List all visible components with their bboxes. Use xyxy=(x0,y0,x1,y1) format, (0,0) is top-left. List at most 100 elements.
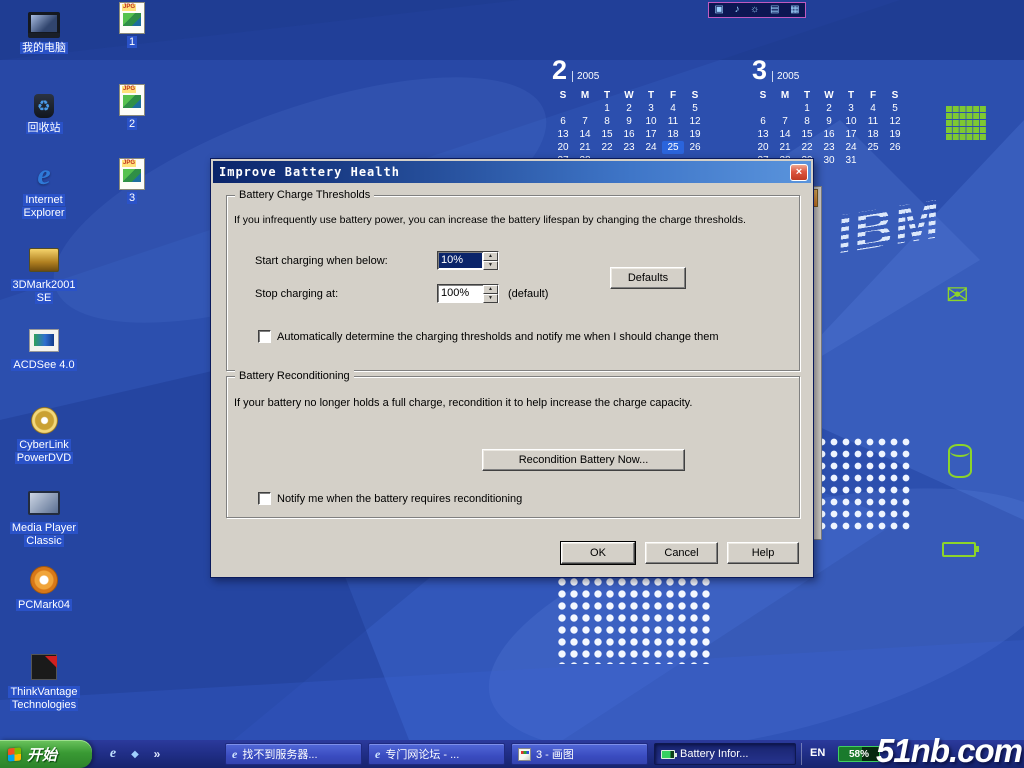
ie-icon xyxy=(232,747,237,762)
recondition-battery-now-button[interactable]: Recondition Battery Now... xyxy=(482,449,685,471)
calendar-day: 25 xyxy=(862,141,884,154)
group-title: Battery Charge Thresholds xyxy=(235,189,374,201)
dialog-titlebar[interactable]: Improve Battery Health × xyxy=(213,161,811,183)
calendar-day: 15 xyxy=(596,128,618,141)
calendar-day: 17 xyxy=(640,128,662,141)
wallpaper-dots-pattern xyxy=(816,436,912,534)
calendar-day-header: T xyxy=(840,89,862,102)
start-threshold-value[interactable]: 10% xyxy=(439,253,482,268)
calendar-day: 25 xyxy=(662,141,684,154)
calendar-day: 3 xyxy=(640,102,662,115)
calendar-day: 17 xyxy=(840,128,862,141)
desktop-icon-label: 回收站 xyxy=(26,122,63,134)
desktop-icon-internet-explorer[interactable]: Internet Explorer xyxy=(8,158,80,220)
desktop-icon-3dmark2001[interactable]: 3DMark2001 SE xyxy=(8,243,80,305)
stop-charging-label: Stop charging at: xyxy=(255,288,338,300)
osd-toolbar: ▣ ♪ ☼ ▤ ▦ xyxy=(708,2,806,18)
desktop-icon-powerdvd[interactable]: CyberLink PowerDVD xyxy=(8,403,80,465)
auto-threshold-checkbox[interactable] xyxy=(258,330,271,343)
taskbar-divider xyxy=(801,743,802,765)
media-quicklaunch-icon[interactable] xyxy=(126,745,144,763)
media-player-classic-icon xyxy=(26,486,62,520)
desktop-icon-label: PCMark04 xyxy=(16,599,72,611)
desktop-icon-thinkvantage[interactable]: ThinkVantage Technologies xyxy=(8,650,80,712)
calendar-day-header: W xyxy=(818,89,840,102)
calendar-day: 4 xyxy=(862,102,884,115)
calendar-year: 2005 xyxy=(572,71,599,82)
spin-down-button[interactable]: ▼ xyxy=(483,261,498,270)
ok-button[interactable]: OK xyxy=(561,542,635,564)
keyboard-icon[interactable]: ▦ xyxy=(790,5,799,15)
calendar-day: 11 xyxy=(662,115,684,128)
taskbar-item-label: Battery Infor... xyxy=(680,748,748,760)
battery-outline-icon xyxy=(942,542,976,557)
help-button[interactable]: Help xyxy=(727,542,799,564)
desktop-icon-jpg-1[interactable]: JPG 1 xyxy=(96,2,168,49)
defaults-button[interactable]: Defaults xyxy=(610,267,686,289)
ie-quicklaunch-icon[interactable] xyxy=(104,745,122,763)
start-label: 开始 xyxy=(27,744,57,765)
calendar-day: 3 xyxy=(840,102,862,115)
volume-icon[interactable]: ♪ xyxy=(734,5,739,15)
cancel-button[interactable]: Cancel xyxy=(645,542,718,564)
calendar-day: 24 xyxy=(840,141,862,154)
calendar-day: 20 xyxy=(552,141,574,154)
windows-logo-icon xyxy=(8,747,21,761)
taskbar-item-forum[interactable]: 专门网论坛 - ... xyxy=(368,743,505,765)
calendar-day: 2 xyxy=(618,102,640,115)
spin-down-button[interactable]: ▼ xyxy=(483,294,498,303)
taskbar-item-battery-information[interactable]: Battery Infor... xyxy=(654,743,796,765)
display-icon[interactable]: ▤ xyxy=(770,5,779,15)
notify-recondition-checkbox[interactable] xyxy=(258,492,271,505)
calendar-day: 1 xyxy=(796,102,818,115)
desktop-icon-recycle-bin[interactable]: 回收站 xyxy=(8,86,80,135)
calendar-day: 14 xyxy=(574,128,596,141)
calendar-february-2005: 2 2005 SMTWTFS12345678910111213141516171… xyxy=(552,55,706,167)
start-threshold-spinbox[interactable]: 10% ▲ ▼ xyxy=(437,251,499,270)
calendar-month: 2 xyxy=(552,55,567,86)
desktop-icon-jpg-2[interactable]: JPG 2 xyxy=(96,84,168,131)
tray-battery-indicator[interactable]: 58% xyxy=(838,746,880,762)
zoom-icon[interactable]: ▣ xyxy=(714,5,723,15)
spin-up-button[interactable]: ▲ xyxy=(483,252,498,261)
taskbar-item-label: 找不到服务器... xyxy=(242,746,317,762)
calendar-day: 21 xyxy=(574,141,596,154)
desktop-icon-my-computer[interactable]: 我的电脑 xyxy=(8,6,80,55)
close-icon[interactable]: × xyxy=(790,164,808,181)
internet-explorer-icon xyxy=(26,158,62,192)
calendar-year: 2005 xyxy=(772,71,799,82)
language-indicator[interactable]: EN xyxy=(810,747,825,759)
calendar-day: 22 xyxy=(796,141,818,154)
quicklaunch-overflow-chevron[interactable] xyxy=(148,745,166,763)
calendar-day-header: F xyxy=(662,89,684,102)
calendar-day: 8 xyxy=(796,115,818,128)
calendar-day: 20 xyxy=(752,141,774,154)
brightness-icon[interactable]: ☼ xyxy=(750,5,759,15)
taskbar: 开始 找不到服务器... 专门网论坛 - ... 3 - 画图 Battery … xyxy=(0,740,1024,768)
calendar-day: 12 xyxy=(884,115,906,128)
my-computer-icon xyxy=(26,6,62,40)
calendar-day-header: S xyxy=(752,89,774,102)
desktop-icon-jpg-3[interactable]: JPG 3 xyxy=(96,158,168,205)
calendar-day: 2 xyxy=(818,102,840,115)
taskbar-item-server-not-found[interactable]: 找不到服务器... xyxy=(225,743,362,765)
calendar-day: 19 xyxy=(884,128,906,141)
calendar-day-header: S xyxy=(552,89,574,102)
thinkvantage-icon xyxy=(26,650,62,684)
desktop-icon-pcmark04[interactable]: PCMark04 xyxy=(8,563,80,612)
desktop-icon-media-player-classic[interactable]: Media Player Classic xyxy=(8,486,80,548)
calendar-day-header: S xyxy=(684,89,706,102)
calendar-day xyxy=(774,102,796,115)
calendar-day xyxy=(552,102,574,115)
spin-up-button[interactable]: ▲ xyxy=(483,285,498,294)
stop-threshold-value[interactable]: 100% xyxy=(438,285,483,302)
desktop-icon-label: ACDSee 4.0 xyxy=(11,359,76,371)
powerdvd-icon xyxy=(26,403,62,437)
desktop-icon-acdsee[interactable]: ACDSee 4.0 xyxy=(8,323,80,372)
stop-threshold-spinbox[interactable]: 100% ▲ ▼ xyxy=(437,284,499,303)
taskbar-item-paint[interactable]: 3 - 画图 xyxy=(511,743,648,765)
dialog-title: Improve Battery Health xyxy=(219,165,790,179)
start-button[interactable]: 开始 xyxy=(0,740,92,768)
stop-default-note: (default) xyxy=(508,288,548,300)
calendar-day: 10 xyxy=(640,115,662,128)
